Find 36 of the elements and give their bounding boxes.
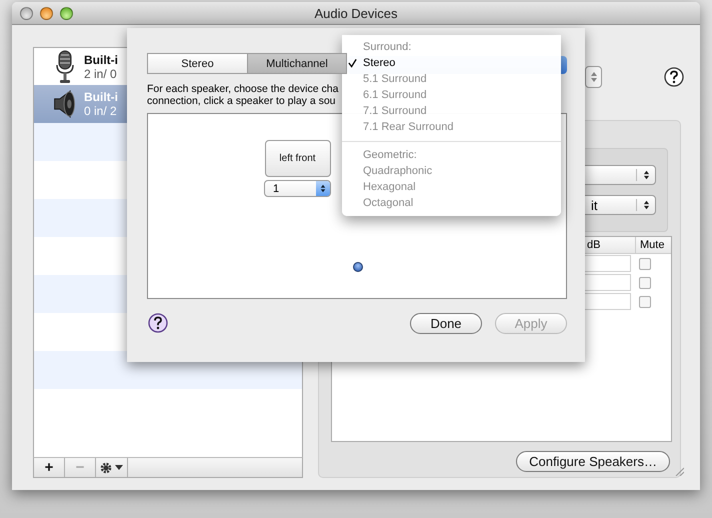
up-down-arrows-icon (642, 169, 650, 181)
configure-speakers-button[interactable]: Configure Speakers… (516, 451, 670, 472)
minimize-button[interactable] (40, 6, 53, 20)
instruction-text: For each speaker, choose the device cha (147, 83, 338, 95)
menu-header: Geometric: (362, 148, 417, 163)
zoom-button[interactable] (60, 6, 73, 20)
close-button[interactable] (20, 6, 33, 20)
checkmark-icon (348, 58, 357, 68)
help-button[interactable] (664, 67, 684, 87)
device-name: Built-i (84, 90, 118, 104)
gear-icon (100, 462, 112, 474)
caret-icon (115, 465, 123, 470)
add-button[interactable]: + (34, 458, 65, 477)
device-name: Built-i (84, 52, 118, 66)
listener-dot (353, 262, 363, 272)
window-title: Audio Devices (314, 6, 398, 20)
channel-popup[interactable]: 1 (264, 180, 331, 197)
segment-tab[interactable]: Multichannel (247, 54, 346, 73)
device-row[interactable]: Built-i 0 in/ 2 (33, 85, 127, 123)
up-down-arrows-icon (320, 183, 326, 194)
stepper[interactable] (585, 66, 602, 88)
mute-checkbox[interactable] (639, 276, 651, 288)
device-channels: 2 in/ 0 (84, 66, 118, 80)
device-row[interactable]: Built-i 2 in/ 0 (33, 47, 127, 85)
speaker-button[interactable]: left front (264, 140, 330, 177)
help-button[interactable] (148, 313, 168, 333)
instruction-text: connection, click a speaker to play a sou (147, 95, 336, 107)
up-down-arrows-icon (590, 70, 598, 84)
resize-grip[interactable] (674, 466, 684, 476)
menu-header: Surround: (362, 40, 412, 55)
up-down-arrows-icon (642, 199, 650, 211)
mute-checkbox[interactable] (639, 258, 651, 270)
mute-checkbox[interactable] (639, 296, 651, 308)
column-header: Mute (635, 237, 671, 253)
device-channels: 0 in/ 2 (84, 104, 118, 118)
done-button[interactable]: Done (410, 312, 482, 334)
